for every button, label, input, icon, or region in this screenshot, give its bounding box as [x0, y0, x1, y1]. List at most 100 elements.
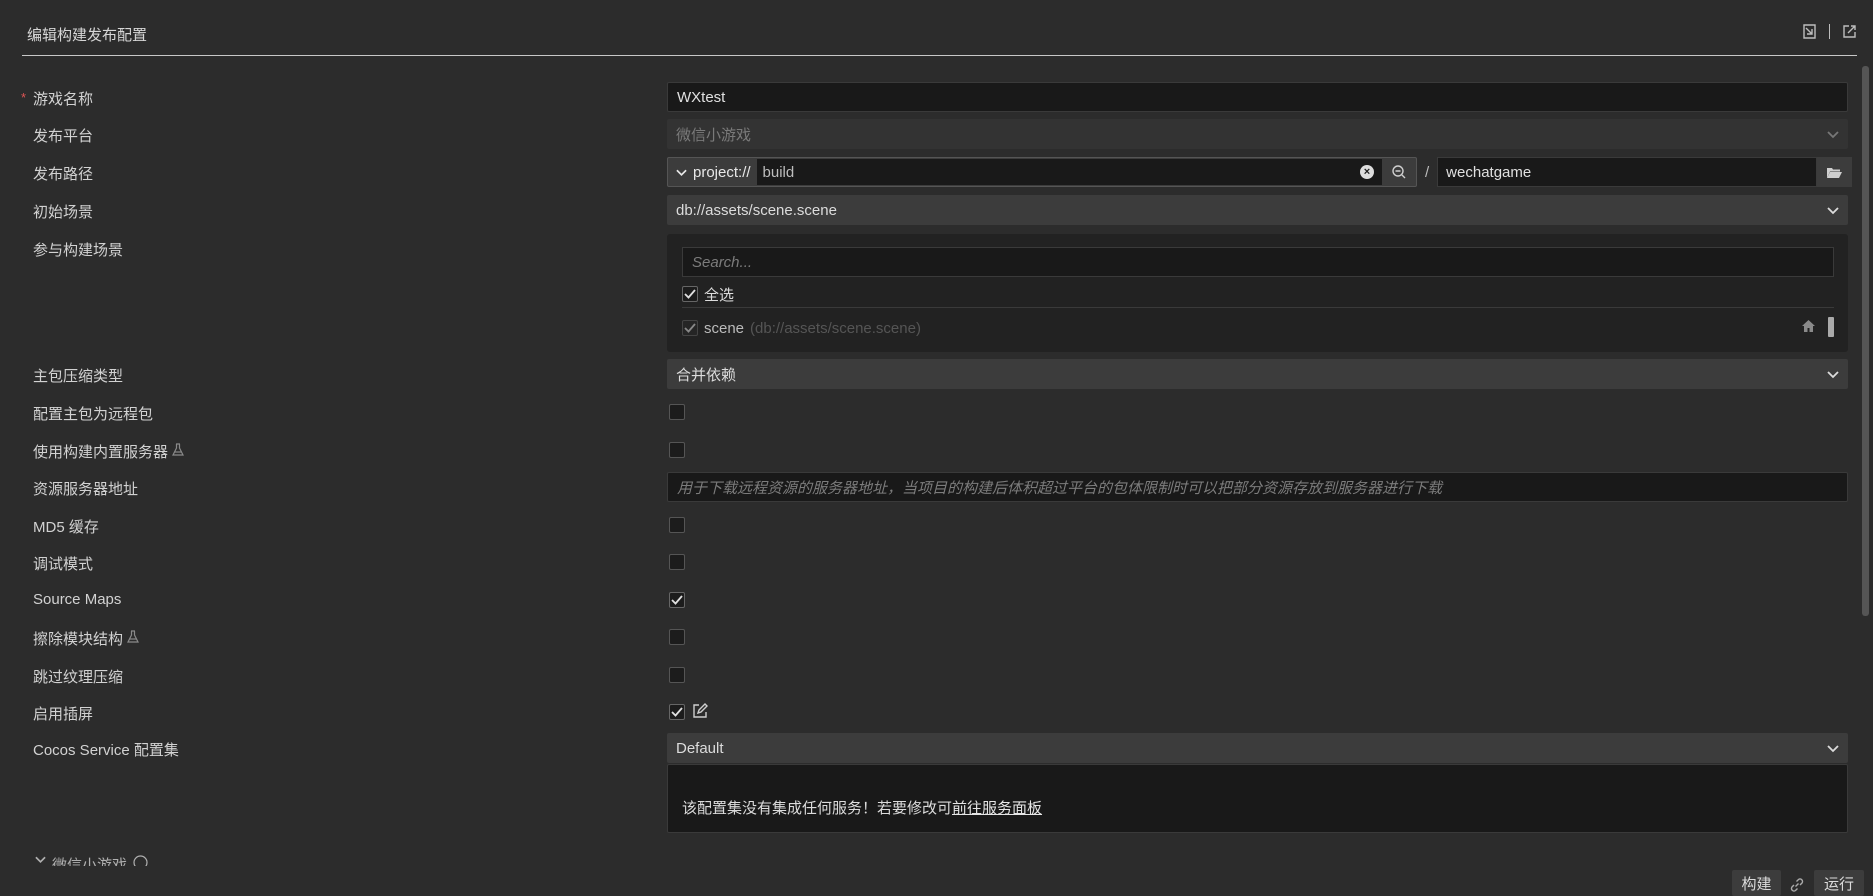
compression-value: 合并依赖: [676, 366, 737, 384]
compression-label: 主包压缩类型: [33, 368, 124, 385]
splash-label: 启用插屏: [33, 706, 94, 723]
row-compression: 主包压缩类型 合并依赖: [0, 359, 1873, 389]
run-button[interactable]: 运行: [1814, 870, 1864, 896]
chevron-down-icon: [1827, 366, 1839, 383]
remove-module-checkbox[interactable]: [669, 629, 685, 645]
row-md5-cache: MD5 缓存: [0, 510, 1873, 540]
remove-module-label-group: 擦除模块结构: [33, 628, 139, 649]
row-splash: 启用插屏: [0, 697, 1873, 727]
remove-module-label: 擦除模块结构: [33, 631, 124, 648]
row-platform: 发布平台 微信小游戏: [0, 119, 1873, 149]
game-name-label: 游戏名称: [33, 91, 94, 108]
main-remote-checkbox[interactable]: [669, 404, 685, 420]
path-separator: /: [1425, 163, 1430, 181]
game-name-input[interactable]: WXtest: [667, 82, 1848, 112]
row-start-scene: 初始场景 db://assets/scene.scene: [0, 195, 1873, 225]
splash-checkbox[interactable]: [669, 704, 685, 720]
chevron-down-icon: [1827, 740, 1839, 757]
scene-name: scene: [704, 319, 745, 337]
skip-texture-checkbox[interactable]: [669, 667, 685, 683]
source-maps-label: Source Maps: [33, 591, 122, 608]
scene-list-item[interactable]: scene (db://assets/scene.scene): [682, 314, 1834, 342]
protocol-value: project://: [693, 163, 751, 181]
service-notice-text: 该配置集没有集成任何服务！若要修改可: [682, 800, 953, 817]
toolbar-divider: [1829, 24, 1830, 39]
cocos-service-select[interactable]: Default: [667, 733, 1848, 763]
platform-value: 微信小游戏: [676, 126, 752, 144]
build-path-group: project:// build × / wechatgame: [667, 157, 1853, 187]
server-address-placeholder: 用于下载远程资源的服务器地址，当项目的构建后体积超过平台的包体限制时可以把部分资…: [677, 479, 1443, 497]
home-icon[interactable]: [1801, 319, 1816, 336]
row-skip-texture: 跳过纹理压缩: [0, 660, 1873, 690]
edit-icon[interactable]: [692, 703, 708, 722]
folder-open-icon[interactable]: [1817, 157, 1853, 187]
select-all-toggle[interactable]: 全选: [682, 282, 734, 306]
row-debug-mode: 调试模式: [0, 547, 1873, 577]
builtin-server-label-group: 使用构建内置服务器: [33, 441, 184, 462]
scene-list-panel: Search... 全选 scene (db://assets/scene.sc…: [667, 234, 1848, 352]
row-main-remote: 配置主包为远程包: [0, 397, 1873, 427]
required-mark: *: [21, 90, 27, 105]
wechat-section-header[interactable]: 微信小游戏: [35, 852, 148, 866]
start-scene-label: 初始场景: [33, 204, 94, 221]
start-scene-value: db://assets/scene.scene: [676, 201, 837, 219]
scene-checkbox: [682, 320, 698, 336]
drag-handle-icon[interactable]: [1828, 317, 1834, 337]
cocos-service-label: Cocos Service 配置集: [33, 742, 179, 759]
service-panel-link[interactable]: 前往服务面板: [952, 800, 1042, 817]
clear-icon[interactable]: ×: [1360, 165, 1374, 179]
experimental-flask-icon: [127, 630, 139, 647]
row-game-name: * 游戏名称 WXtest: [0, 82, 1873, 112]
header-toolbar: [1802, 24, 1857, 39]
md5-cache-checkbox[interactable]: [669, 517, 685, 533]
help-icon[interactable]: [133, 854, 148, 866]
debug-mode-label: 调试模式: [33, 556, 94, 573]
panel-header: 编辑构建发布配置: [22, 0, 1857, 56]
builtin-server-label: 使用构建内置服务器: [33, 444, 169, 461]
scene-actions: [1801, 317, 1834, 337]
row-builtin-server: 使用构建内置服务器: [0, 435, 1873, 465]
platform-label: 发布平台: [33, 128, 94, 145]
section-label: 微信小游戏: [52, 856, 128, 867]
service-notice-box: 该配置集没有集成任何服务！若要修改可前往服务面板: [667, 764, 1848, 833]
builtin-server-checkbox[interactable]: [669, 442, 685, 458]
md5-cache-label: MD5 缓存: [33, 519, 99, 536]
service-notice: 该配置集没有集成任何服务！若要修改可前往服务面板: [682, 797, 1042, 818]
scene-search-input[interactable]: Search...: [682, 247, 1834, 277]
row-cocos-service: Cocos Service 配置集 Default: [0, 733, 1873, 763]
build-path-label: 发布路径: [33, 166, 94, 183]
path-input-group: project:// build ×: [667, 157, 1417, 187]
experimental-flask-icon: [172, 443, 184, 460]
select-all-label: 全选: [704, 286, 735, 304]
protocol-select[interactable]: project://: [668, 164, 757, 181]
row-remove-module: 擦除模块结构: [0, 622, 1873, 652]
zoom-out-icon[interactable]: [1382, 158, 1416, 186]
chevron-down-icon: [676, 164, 687, 181]
cocos-service-value: Default: [676, 739, 724, 757]
start-scene-select[interactable]: db://assets/scene.scene: [667, 195, 1848, 225]
platform-select: 微信小游戏: [667, 119, 1848, 149]
output-folder-input[interactable]: wechatgame: [1437, 157, 1818, 187]
scene-path: (db://assets/scene.scene): [750, 319, 921, 337]
debug-mode-checkbox[interactable]: [669, 554, 685, 570]
build-path-input[interactable]: build ×: [756, 159, 1382, 185]
scene-divider: [682, 307, 1834, 308]
chevron-down-icon: [35, 852, 46, 866]
build-path-value: build: [762, 163, 795, 181]
main-remote-label: 配置主包为远程包: [33, 406, 154, 423]
server-address-label: 资源服务器地址: [33, 481, 139, 498]
skip-texture-label: 跳过纹理压缩: [33, 669, 124, 686]
source-maps-checkbox[interactable]: [669, 592, 685, 608]
panel-title: 编辑构建发布配置: [27, 27, 148, 44]
row-source-maps: Source Maps: [0, 585, 1873, 615]
export-icon[interactable]: [1842, 24, 1857, 39]
chevron-down-icon: [1827, 202, 1839, 219]
link-icon[interactable]: [1789, 877, 1805, 896]
import-icon[interactable]: [1802, 24, 1817, 39]
compression-select[interactable]: 合并依赖: [667, 359, 1848, 389]
build-scenes-label: 参与构建场景: [33, 242, 124, 259]
server-address-input[interactable]: 用于下载远程资源的服务器地址，当项目的构建后体积超过平台的包体限制时可以把部分资…: [667, 472, 1848, 502]
build-button[interactable]: 构建: [1732, 870, 1781, 896]
select-all-checkbox[interactable]: [682, 286, 698, 302]
row-server-address: 资源服务器地址 用于下载远程资源的服务器地址，当项目的构建后体积超过平台的包体限…: [0, 472, 1873, 502]
